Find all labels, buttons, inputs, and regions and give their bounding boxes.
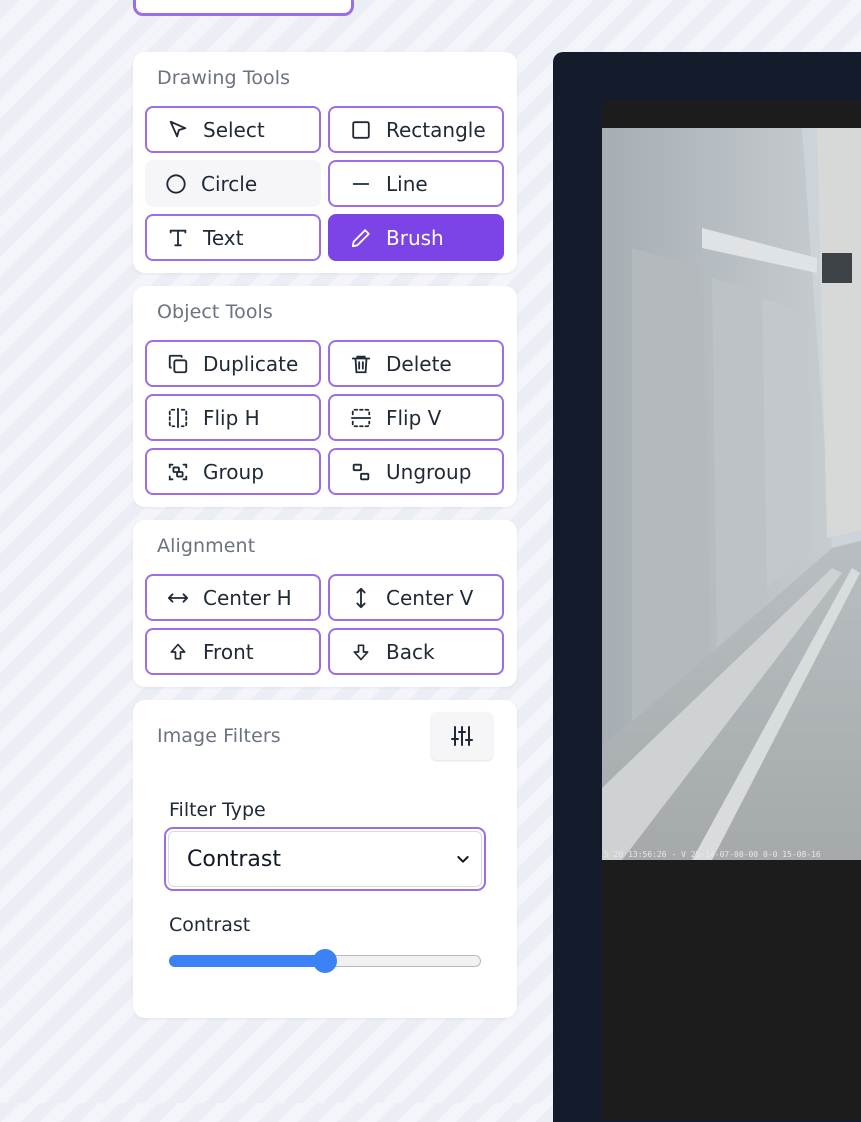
center-vertical-label: Center V xyxy=(386,585,474,610)
rectangle-tool-label: Rectangle xyxy=(386,117,486,142)
alignment-title: Alignment xyxy=(157,535,256,557)
flip-vertical-button[interactable]: Flip V xyxy=(328,394,504,441)
bring-front-label: Front xyxy=(203,639,254,664)
cursor-arrow-icon xyxy=(167,119,189,141)
delete-button[interactable]: Delete xyxy=(328,340,504,387)
canvas-bottom-bar xyxy=(602,860,861,1120)
trash-icon xyxy=(350,353,372,375)
flip-vertical-icon xyxy=(350,407,372,429)
center-vertical-button[interactable]: Center V xyxy=(328,574,504,621)
canvas-top-bar xyxy=(602,100,861,128)
circle-icon xyxy=(165,173,187,195)
circle-tool-label: Circle xyxy=(201,171,258,196)
duplicate-button[interactable]: Duplicate xyxy=(145,340,321,387)
ungroup-icon xyxy=(350,461,372,483)
pencil-icon xyxy=(350,227,372,249)
object-tools-title: Object Tools xyxy=(157,301,273,323)
arrow-up-icon xyxy=(167,641,189,663)
brush-tool-button[interactable]: Brush xyxy=(328,214,504,261)
filter-type-label: Filter Type xyxy=(169,799,266,821)
contrast-slider[interactable] xyxy=(169,948,481,974)
line-tool-label: Line xyxy=(386,171,428,196)
flip-horizontal-button[interactable]: Flip H xyxy=(145,394,321,441)
select-tool-button[interactable]: Select xyxy=(145,106,321,153)
object-tools-panel: Object Tools Duplicate Delete Flip H Fli… xyxy=(133,286,517,507)
filter-type-select[interactable]: Contrast xyxy=(164,827,486,891)
filter-type-value: Contrast xyxy=(187,846,282,872)
send-back-label: Back xyxy=(386,639,435,664)
ungroup-label: Ungroup xyxy=(386,459,472,484)
circle-tool-button[interactable]: Circle xyxy=(145,160,321,207)
duplicate-label: Duplicate xyxy=(203,351,299,376)
bring-front-button[interactable]: Front xyxy=(145,628,321,675)
select-tool-label: Select xyxy=(203,117,265,142)
group-button[interactable]: Group xyxy=(145,448,321,495)
contrast-slider-label: Contrast xyxy=(169,914,251,936)
group-icon xyxy=(167,461,189,483)
center-horizontal-label: Center H xyxy=(203,585,292,610)
flip-vertical-label: Flip V xyxy=(386,405,442,430)
minus-line-icon xyxy=(350,173,372,195)
image-filters-panel: Image Filters Filter Type Contrast Contr… xyxy=(133,700,517,1018)
flip-horizontal-icon xyxy=(167,407,189,429)
ungroup-button[interactable]: Ungroup xyxy=(328,448,504,495)
slider-fill xyxy=(169,955,325,967)
brush-tool-label: Brush xyxy=(386,225,444,250)
text-type-icon xyxy=(167,227,189,249)
filter-settings-button[interactable] xyxy=(431,712,493,760)
drawing-tools-title: Drawing Tools xyxy=(157,67,291,89)
send-back-button[interactable]: Back xyxy=(328,628,504,675)
arrow-down-icon xyxy=(350,641,372,663)
center-horizontal-button[interactable]: Center H xyxy=(145,574,321,621)
image-filters-title: Image Filters xyxy=(157,725,281,747)
flip-horizontal-label: Flip H xyxy=(203,405,260,430)
alignment-panel: Alignment Center H Center V Front Back xyxy=(133,520,517,687)
rectangle-tool-button[interactable]: Rectangle xyxy=(328,106,504,153)
canvas-photo[interactable] xyxy=(602,128,861,860)
sliders-icon xyxy=(450,724,474,748)
group-label: Group xyxy=(203,459,264,484)
text-tool-label: Text xyxy=(203,225,244,250)
drawing-tools-panel: Drawing Tools Select Rectangle Circle Li… xyxy=(133,52,517,273)
chevron-down-icon xyxy=(455,851,471,867)
copy-icon xyxy=(167,353,189,375)
camera-timestamp: 5 20 13:56:26 - V 25-14-07-00-00 0-0 15-… xyxy=(604,850,821,859)
line-tool-button[interactable]: Line xyxy=(328,160,504,207)
previous-panel-button[interactable] xyxy=(133,0,354,16)
text-tool-button[interactable]: Text xyxy=(145,214,321,261)
arrow-left-right-icon xyxy=(167,587,189,609)
square-icon xyxy=(350,119,372,141)
slider-thumb[interactable] xyxy=(313,949,337,973)
delete-label: Delete xyxy=(386,351,452,376)
arrow-up-down-icon xyxy=(350,587,372,609)
